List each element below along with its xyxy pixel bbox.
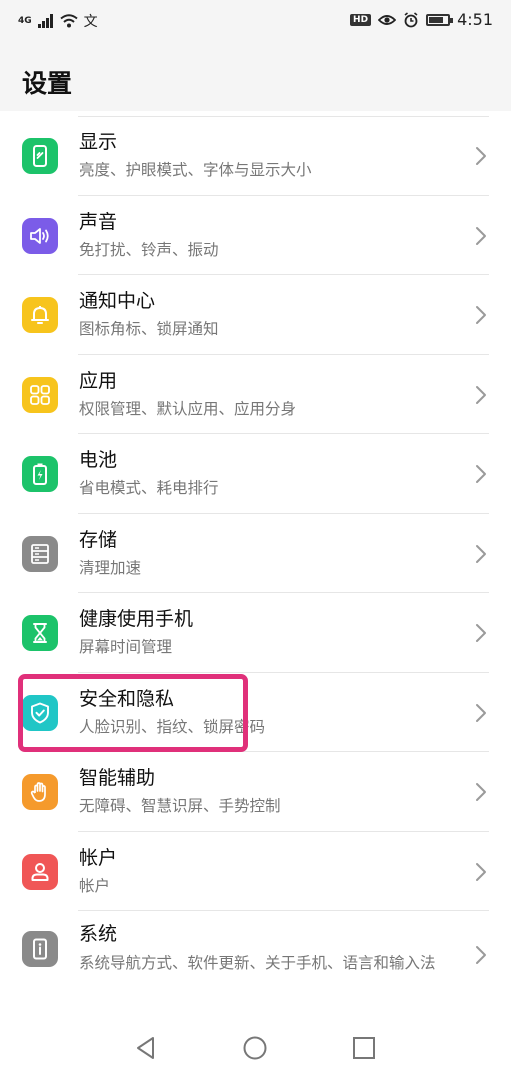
settings-item-security[interactable]: 安全和隐私人脸识别、指纹、锁屏密码 xyxy=(0,673,511,752)
chevron-right-icon xyxy=(476,386,486,404)
settings-item-title: 智能辅助 xyxy=(79,767,156,789)
user-icon xyxy=(22,854,58,890)
settings-item-access[interactable]: 智能辅助无障碍、智慧识屏、手势控制 xyxy=(0,752,511,832)
chevron-right-icon xyxy=(476,783,486,801)
back-icon[interactable] xyxy=(133,1035,159,1061)
settings-item-health[interactable]: 健康使用手机屏幕时间管理 xyxy=(0,593,511,673)
settings-item-notify[interactable]: 通知中心图标角标、锁屏通知 xyxy=(0,275,511,355)
settings-item-title: 健康使用手机 xyxy=(79,608,194,630)
settings-item-title: 通知中心 xyxy=(79,290,156,312)
settings-item-subtitle: 系统导航方式、软件更新、关于手机、语言和输入法 xyxy=(79,954,436,972)
chevron-right-icon xyxy=(476,227,486,245)
alarm-icon xyxy=(404,11,418,27)
storage-icon xyxy=(22,536,58,572)
navigation-bar xyxy=(0,1015,511,1080)
apps-grid-icon xyxy=(22,377,58,413)
signal-icon xyxy=(37,14,53,28)
chevron-right-icon xyxy=(476,465,486,483)
speaker-icon xyxy=(22,218,58,254)
clock: 4:51 xyxy=(457,10,493,29)
settings-item-sound[interactable]: 声音免打扰、铃声、振动 xyxy=(0,196,511,275)
settings-item-system[interactable]: 系统系统导航方式、软件更新、关于手机、语言和输入法 xyxy=(0,911,511,1021)
settings-item-title: 应用 xyxy=(79,370,118,392)
settings-item-apps[interactable]: 应用权限管理、默认应用、应用分身 xyxy=(0,355,511,434)
page-title: 设置 xyxy=(22,69,73,98)
translate-icon: 文 xyxy=(83,14,98,30)
hourglass-icon xyxy=(22,615,58,651)
shield-check-icon xyxy=(22,695,58,731)
battery-charge-icon xyxy=(22,456,58,492)
settings-item-subtitle: 人脸识别、指纹、锁屏密码 xyxy=(79,718,266,736)
hand-icon xyxy=(22,774,58,810)
settings-item-subtitle: 图标角标、锁屏通知 xyxy=(79,320,219,338)
settings-item-title: 存储 xyxy=(79,529,118,551)
chevron-right-icon xyxy=(476,704,486,722)
status-bar: 4G 文 HD 4:51 xyxy=(0,0,511,44)
chevron-right-icon xyxy=(476,946,486,964)
settings-item-subtitle: 亮度、护眼模式、字体与显示大小 xyxy=(79,161,312,179)
bell-icon xyxy=(22,297,58,333)
settings-item-title: 安全和隐私 xyxy=(79,688,175,710)
display-icon xyxy=(22,138,58,174)
chevron-right-icon xyxy=(476,306,486,324)
hd-badge: HD xyxy=(350,13,372,26)
settings-item-subtitle: 无障碍、智慧识屏、手势控制 xyxy=(79,797,281,815)
home-icon[interactable] xyxy=(242,1035,268,1061)
settings-item-storage[interactable]: 存储 清理加速 xyxy=(0,514,511,593)
settings-item-subtitle: 省电模式、耗电排行 xyxy=(79,479,219,497)
recents-icon[interactable] xyxy=(351,1035,377,1061)
settings-item-subtitle: 权限管理、默认应用、应用分身 xyxy=(79,400,297,418)
settings-item-battery[interactable]: 电池省电模式、耗电排行 xyxy=(0,434,511,514)
chevron-right-icon xyxy=(476,863,486,881)
settings-item-title: 电池 xyxy=(79,449,118,471)
settings-item-subtitle: 清理加速 xyxy=(79,559,142,577)
network-type: 4G xyxy=(18,16,32,26)
settings-item-title: 显示 xyxy=(79,131,118,153)
chevron-right-icon xyxy=(476,545,486,563)
battery-icon xyxy=(426,13,454,26)
settings-item-display[interactable]: 显示亮度、护眼模式、字体与显示大小 xyxy=(0,116,511,196)
settings-item-title: 帐户 xyxy=(79,847,118,869)
chevron-right-icon xyxy=(476,624,486,642)
chevron-right-icon xyxy=(476,147,486,165)
settings-item-subtitle: 帐户 xyxy=(79,877,111,895)
eye-icon xyxy=(378,14,397,25)
settings-item-subtitle: 免打扰、铃声、振动 xyxy=(79,241,219,259)
settings-item-account[interactable]: 帐户 帐户 xyxy=(0,832,511,911)
app-header: 设置 xyxy=(0,44,511,111)
settings-item-title: 声音 xyxy=(79,211,118,233)
wifi-icon xyxy=(60,14,78,28)
info-phone-icon xyxy=(22,931,58,967)
settings-item-title: 系统 xyxy=(79,923,118,945)
settings-item-subtitle: 屏幕时间管理 xyxy=(79,638,173,656)
